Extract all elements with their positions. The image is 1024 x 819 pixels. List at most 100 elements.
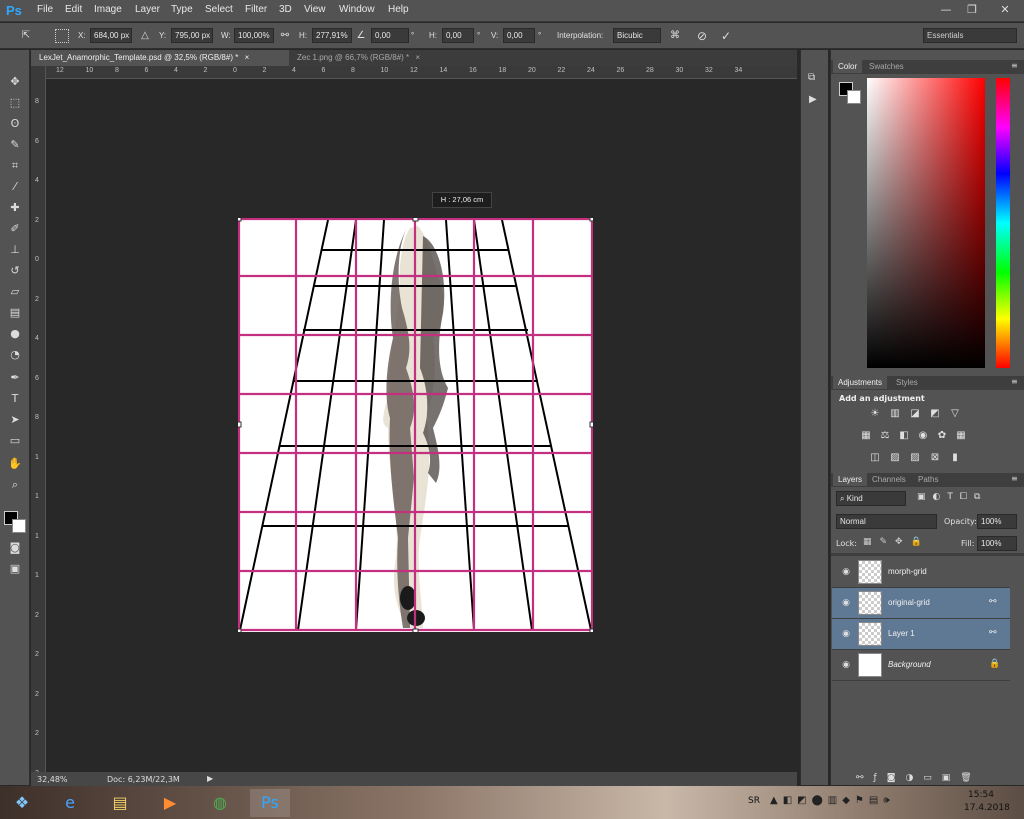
interpolation-select[interactable]: Bicubic	[613, 28, 661, 43]
status-menu-arrow[interactable]: ▶	[207, 774, 213, 783]
blur-tool-icon[interactable]: ●	[7, 326, 23, 342]
internet-explorer-icon[interactable]: e	[50, 789, 90, 817]
layer-filter-select[interactable]: ⌕ Kind	[836, 491, 906, 506]
minimize-button[interactable]: —	[933, 1, 959, 18]
visibility-eye-icon[interactable]: ◉	[840, 566, 852, 578]
lasso-tool-icon[interactable]: ʘ	[7, 116, 23, 132]
channel-mixer-icon[interactable]: ✿	[935, 430, 949, 442]
file-explorer-icon[interactable]: ▤	[100, 789, 140, 817]
language-indicator[interactable]: SR	[748, 796, 760, 806]
gradient-tool-icon[interactable]: ▤	[7, 305, 23, 321]
clock-time[interactable]: 15:54	[968, 790, 994, 800]
hue-saturation-icon[interactable]: ▦	[859, 430, 873, 442]
background-color-swatch[interactable]	[847, 90, 861, 104]
panel-menu-icon[interactable]: ≡	[1011, 61, 1018, 70]
tab-close-icon[interactable]: ×	[245, 53, 250, 62]
pen-tool-icon[interactable]: ✒	[7, 370, 23, 386]
tab-layers[interactable]: Layers	[833, 473, 868, 486]
layer-name[interactable]: morph-grid	[888, 567, 927, 576]
tab-adjustments[interactable]: Adjustments	[833, 376, 888, 389]
curves-icon[interactable]: ◪	[908, 408, 922, 420]
photo-filter-icon[interactable]: ◉	[916, 430, 930, 442]
menu-help[interactable]: Help	[388, 4, 409, 15]
path-select-tool-icon[interactable]: ➤	[7, 412, 23, 428]
layer-name[interactable]: Layer 1	[888, 629, 915, 638]
brush-tool-icon[interactable]: ✐	[7, 221, 23, 237]
chrome-icon[interactable]: ◍	[200, 789, 240, 817]
media-player-icon[interactable]: ▶	[150, 789, 190, 817]
layer-row-morph-grid[interactable]: ◉ morph-grid	[832, 557, 1010, 588]
color-lookup-icon[interactable]: ▦	[954, 430, 968, 442]
invert-icon[interactable]: ◫	[868, 452, 882, 464]
start-button-icon[interactable]: ❖	[2, 789, 42, 817]
healing-brush-tool-icon[interactable]: ✚	[7, 200, 23, 216]
panel-menu-icon[interactable]: ≡	[1011, 474, 1018, 483]
workspace-select[interactable]: Essentials	[923, 28, 1017, 43]
layer-filter-icons[interactable]: ▣◐T⧠⧉	[917, 492, 987, 502]
system-tray-icons[interactable]: ▲◧◩⬤▥◆⚑▤🕪	[770, 795, 895, 806]
selective-color-icon[interactable]: ⊠	[928, 452, 942, 464]
layer-row-layer-1[interactable]: ◉ Layer 1 ⚯	[832, 619, 1010, 650]
tab-styles[interactable]: Styles	[891, 376, 923, 389]
layers-footer-icons[interactable]: ⚯ƒ◙◑▭▣🗑	[856, 773, 982, 783]
quick-mask-icon[interactable]: ◙	[7, 540, 23, 556]
x-field[interactable]: 684,00 px	[90, 28, 132, 43]
move-tool-icon[interactable]: ✥	[7, 74, 23, 90]
menu-image[interactable]: Image	[94, 4, 122, 15]
layer-row-background[interactable]: ◉ Background 🔒	[832, 650, 1010, 681]
screen-mode-icon[interactable]: ▣	[7, 561, 23, 577]
warp-icon[interactable]: ⌘	[667, 28, 683, 44]
eyedropper-tool-icon[interactable]: ⁄	[7, 179, 23, 195]
zoom-level[interactable]: 32,48%	[37, 775, 68, 784]
exposure-icon[interactable]: ◩	[928, 408, 942, 420]
type-tool-icon[interactable]: T	[7, 391, 23, 407]
layer-row-original-grid[interactable]: ◉ original-grid ⚯	[832, 588, 1010, 619]
vskew-field[interactable]: 0,00	[503, 28, 535, 43]
hskew-field[interactable]: 0,00	[442, 28, 474, 43]
tab-paths[interactable]: Paths	[913, 473, 943, 486]
tab-lexjet-template[interactable]: LexJet_Anamorphic_Template.psd @ 32,5% (…	[31, 50, 289, 66]
marquee-tool-icon[interactable]: ⬚	[7, 95, 23, 111]
visibility-eye-icon[interactable]: ◉	[840, 628, 852, 640]
color-balance-icon[interactable]: ⚖	[878, 430, 892, 442]
restore-button[interactable]: ❐	[959, 1, 985, 18]
layer-name[interactable]: Background	[888, 660, 931, 669]
close-window-button[interactable]: ✕	[988, 1, 1022, 18]
menu-view[interactable]: View	[304, 4, 326, 15]
menu-file[interactable]: File	[37, 4, 53, 15]
tab-zec[interactable]: Zec 1.png @ 66,7% (RGB/8#) * ×	[289, 50, 464, 66]
tab-swatches[interactable]: Swatches	[864, 60, 909, 73]
background-color-swatch[interactable]	[12, 519, 26, 533]
layer-name[interactable]: original-grid	[888, 598, 930, 607]
visibility-eye-icon[interactable]: ◉	[840, 659, 852, 671]
posterize-icon[interactable]: ▨	[888, 452, 902, 464]
relative-position-icon[interactable]: △	[137, 28, 153, 44]
menu-3d[interactable]: 3D	[279, 4, 292, 15]
width-field[interactable]: 100,00%	[234, 28, 274, 43]
zoom-tool-icon[interactable]: ⌕	[7, 477, 23, 493]
clock-date[interactable]: 17.4.2018	[964, 803, 1010, 813]
menu-select[interactable]: Select	[205, 4, 233, 15]
menu-filter[interactable]: Filter	[245, 4, 267, 15]
actions-panel-icon[interactable]: ▶	[809, 94, 817, 105]
levels-icon[interactable]: ▥	[888, 408, 902, 420]
visibility-eye-icon[interactable]: ◉	[840, 597, 852, 609]
tab-color[interactable]: Color	[833, 60, 863, 73]
black-white-icon[interactable]: ◧	[897, 430, 911, 442]
clone-stamp-tool-icon[interactable]: ⊥	[7, 242, 23, 258]
lock-icons[interactable]: ▦✎✥🔒	[863, 537, 930, 547]
opacity-field[interactable]: 100%	[977, 514, 1017, 529]
photoshop-taskbar-icon[interactable]: Ps	[250, 789, 290, 817]
transform-tool-icon[interactable]: ⇱	[18, 28, 34, 44]
history-panel-icon[interactable]: ⧉	[808, 72, 815, 83]
quick-select-tool-icon[interactable]: ✎	[7, 137, 23, 153]
dodge-tool-icon[interactable]: ◔	[7, 347, 23, 363]
vibrance-icon[interactable]: ▽	[948, 408, 962, 420]
fill-field[interactable]: 100%	[977, 536, 1017, 551]
reference-point-icon[interactable]	[55, 29, 69, 43]
commit-transform-icon[interactable]: ✓	[718, 28, 734, 44]
history-brush-tool-icon[interactable]: ↺	[7, 263, 23, 279]
color-picker-field[interactable]	[867, 78, 985, 368]
panel-menu-icon[interactable]: ≡	[1011, 377, 1018, 386]
cancel-transform-icon[interactable]: ⊘	[694, 28, 710, 44]
